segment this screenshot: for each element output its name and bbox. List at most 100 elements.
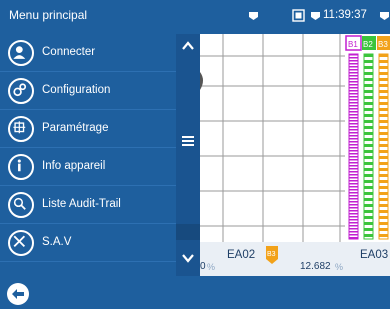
channel-stripe	[349, 147, 358, 149]
channel-stripe	[349, 57, 358, 59]
memory-card-icon	[292, 9, 305, 22]
channel-stripe	[349, 123, 358, 125]
channel-stripe	[349, 183, 358, 185]
menu-item-sav[interactable]: S.A.V	[0, 224, 176, 262]
channel-stripe	[349, 99, 358, 101]
channel-stripe	[349, 120, 358, 122]
channel-stripe	[379, 96, 388, 99]
channel-stripe	[349, 168, 358, 170]
bottom-bar	[0, 276, 390, 309]
channel-stripe	[379, 114, 388, 117]
channel-stripe	[349, 234, 358, 236]
channel-stripe	[349, 135, 358, 137]
channel-stripe	[364, 60, 373, 63]
channel-stripe	[349, 102, 358, 104]
channel-stripe	[349, 141, 358, 143]
channel-stripe	[364, 126, 373, 129]
menu-label-parametrage: Paramétrage	[42, 122, 109, 134]
channel-stripe	[349, 180, 358, 182]
channel-stripe	[379, 126, 388, 129]
channel-stripe	[349, 216, 358, 218]
channel-stripe	[364, 150, 373, 153]
channel-stripe	[349, 174, 358, 176]
channel-stripe	[379, 90, 388, 93]
channel-stripe	[349, 207, 358, 209]
channel-stripe	[349, 165, 358, 167]
channel-stripe	[364, 168, 373, 171]
channel-stripe	[349, 231, 358, 233]
channel-stripe	[364, 78, 373, 81]
channel-stripe	[364, 84, 373, 87]
channel-stripe	[349, 186, 358, 188]
settings-grid-icon	[8, 116, 34, 142]
channel-stripe	[349, 213, 358, 215]
menu-label-audit-trail: Liste Audit-Trail	[42, 198, 121, 210]
info-icon	[8, 154, 34, 180]
ea02-unit: %	[207, 262, 216, 272]
channel-stripe	[349, 225, 358, 227]
channel-stripe	[349, 108, 358, 110]
channel-stripe	[379, 180, 388, 183]
channel-stripe	[379, 156, 388, 159]
tag-b3: B3	[378, 40, 388, 49]
ea03-unit: %	[335, 262, 344, 272]
scroll-down-button[interactable]	[180, 250, 196, 266]
channel-stripe	[349, 66, 358, 68]
channel-stripe	[379, 72, 388, 75]
channel-stripe	[364, 234, 373, 237]
scroll-thumb[interactable]	[176, 224, 200, 240]
channel-stripe	[349, 159, 358, 161]
back-button[interactable]	[7, 283, 29, 305]
channel-stripe	[364, 186, 373, 189]
channel-stripe	[349, 126, 358, 128]
channel-readout: 0 % EA02 B3 12.682 % EA03	[200, 242, 390, 276]
tag-b2: B2	[363, 40, 373, 49]
channel-bars-graphic: B1 B2 B3	[345, 35, 390, 240]
channel-stripe	[379, 168, 388, 171]
ea03-value: 12.682	[300, 261, 331, 272]
channel-stripe	[349, 228, 358, 230]
tools-icon	[8, 230, 34, 256]
menu-label-configuration: Configuration	[42, 84, 111, 96]
channel-stripe	[349, 90, 358, 92]
channel-stripe	[349, 129, 358, 131]
channel-stripe	[349, 75, 358, 77]
menu-item-parametrage[interactable]: Paramétrage	[0, 110, 176, 148]
back-arrow-icon	[12, 289, 24, 299]
channel-stripe	[349, 138, 358, 140]
scroll-handle-icon[interactable]	[180, 134, 196, 148]
chart-grid	[200, 34, 345, 242]
scroll-up-button[interactable]	[180, 38, 196, 54]
channel-stripe	[349, 78, 358, 80]
menu-item-configuration[interactable]: Configuration	[0, 72, 176, 110]
channel-stripe	[379, 144, 388, 147]
channel-stripe	[364, 132, 373, 135]
menu-item-connecter[interactable]: Connecter	[0, 34, 176, 72]
channel-stripe	[379, 150, 388, 153]
shield-icon	[380, 12, 389, 20]
channel-stripe	[349, 87, 358, 89]
channel-stripe	[349, 93, 358, 95]
menu-item-audit-trail[interactable]: Liste Audit-Trail	[0, 186, 176, 224]
channel-stripe	[379, 222, 388, 225]
channel-stripe	[379, 186, 388, 189]
channel-stripe	[349, 177, 358, 179]
channel-stripe	[364, 210, 373, 213]
channel-stripe	[379, 234, 388, 237]
channel-stripe	[379, 60, 388, 63]
channel-stripe	[364, 222, 373, 225]
channel-stripe	[349, 69, 358, 71]
channel-stripe	[349, 63, 358, 65]
channel-stripe	[349, 201, 358, 203]
channel-stripe	[349, 219, 358, 221]
channel-stripe	[349, 114, 358, 116]
channel-stripe	[364, 144, 373, 147]
channel-stripe	[349, 132, 358, 134]
gears-icon	[8, 78, 34, 104]
channel-stripe	[379, 78, 388, 81]
menu-item-info-appareil[interactable]: Info appareil	[0, 148, 176, 186]
channel-stripe	[364, 96, 373, 99]
channel-stripe	[364, 192, 373, 195]
channel-stripe	[349, 81, 358, 83]
channel-stripe	[379, 162, 388, 165]
